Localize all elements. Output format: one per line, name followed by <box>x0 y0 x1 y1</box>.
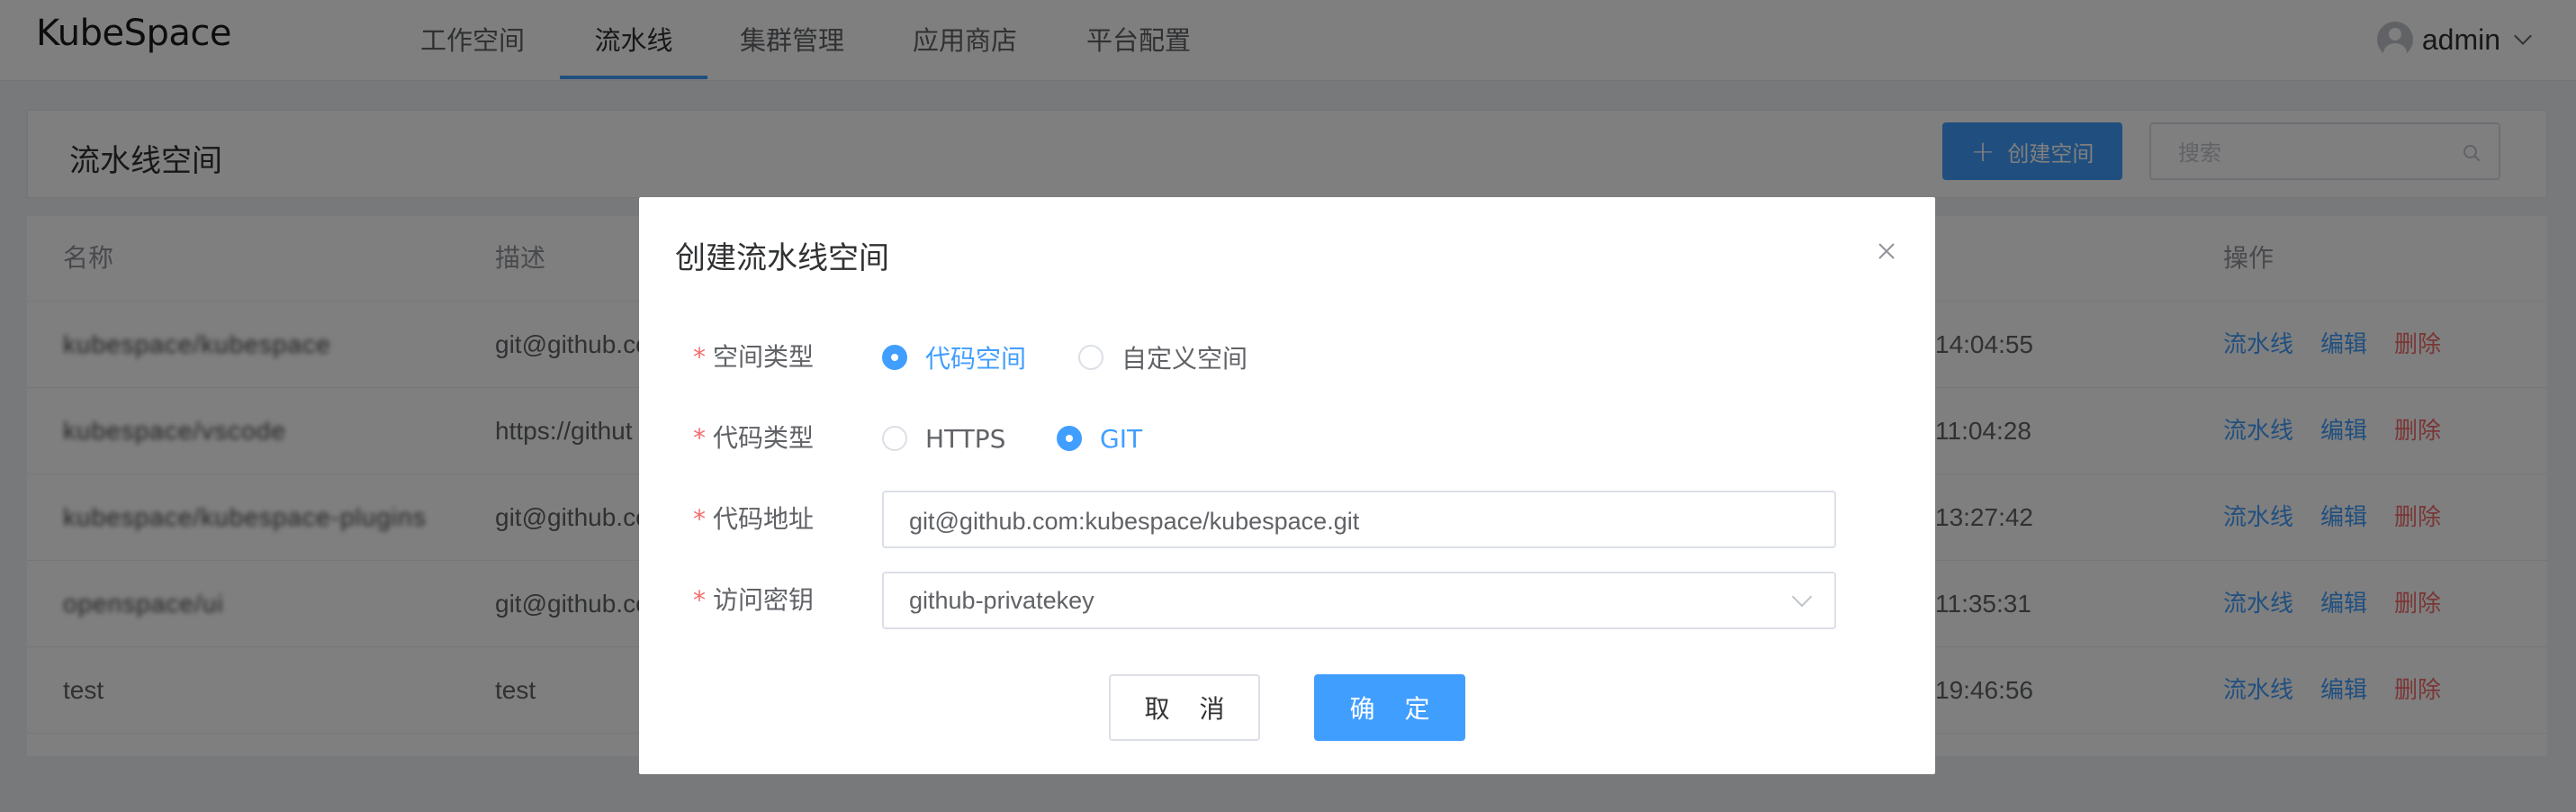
radio-checked-icon <box>1057 426 1082 451</box>
chevron-down-icon <box>1791 586 1813 608</box>
access-key-selected-value: github-privatekey <box>909 587 1094 614</box>
dialog-title: 创建流水线空间 <box>675 240 889 276</box>
code-url-label-text: 代码地址 <box>713 504 815 534</box>
access-key-select[interactable]: github-privatekey <box>882 572 1836 629</box>
code-type-label-text: 代码类型 <box>713 423 815 453</box>
space-type-label-text: 空间类型 <box>713 342 815 372</box>
radio-code-space[interactable]: 代码空间 <box>882 339 1026 375</box>
required-marker: * <box>693 504 706 534</box>
radio-git[interactable]: GIT <box>1057 420 1142 456</box>
radio-unchecked-icon <box>882 426 907 451</box>
create-pipeline-space-dialog: 创建流水线空间 * 空间类型 代码空间 自定义空间 * 代码类型 HTTPS GIT… <box>639 197 1935 774</box>
close-icon[interactable] <box>1872 237 1901 266</box>
cancel-button[interactable]: 取 消 <box>1109 674 1260 741</box>
required-marker: * <box>693 423 706 453</box>
confirm-button[interactable]: 确 定 <box>1314 674 1465 741</box>
radio-custom-space[interactable]: 自定义空间 <box>1078 339 1247 375</box>
radio-code-space-label: 代码空间 <box>925 344 1027 374</box>
radio-git-label: GIT <box>1100 423 1143 454</box>
radio-https[interactable]: HTTPS <box>882 420 1005 456</box>
radio-custom-space-label: 自定义空间 <box>1121 344 1248 374</box>
code-url-label: * 代码地址 <box>693 501 814 537</box>
space-type-label: * 空间类型 <box>693 339 814 375</box>
required-marker: * <box>693 342 706 372</box>
code-url-input[interactable] <box>909 503 1773 539</box>
access-key-label: * 访问密钥 <box>693 582 814 618</box>
radio-unchecked-icon <box>1078 345 1103 370</box>
code-url-field[interactable] <box>882 491 1836 548</box>
code-type-label: * 代码类型 <box>693 420 814 456</box>
radio-https-label: HTTPS <box>925 423 1006 454</box>
required-marker: * <box>693 585 706 615</box>
radio-checked-icon <box>882 345 907 370</box>
access-key-label-text: 访问密钥 <box>713 585 815 615</box>
